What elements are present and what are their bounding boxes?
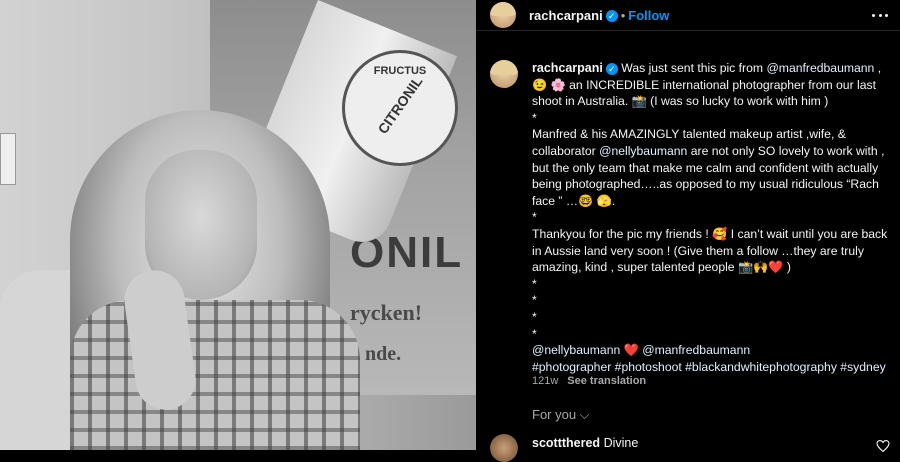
caption-paragraph: * [532, 209, 892, 226]
caption-paragraph: * [532, 292, 892, 309]
caption-paragraph: * [532, 309, 892, 326]
more-options-icon[interactable] [872, 6, 888, 24]
avatar-hair [490, 2, 516, 17]
caption-author-avatar[interactable] [490, 60, 518, 88]
caption-text: * [532, 293, 537, 308]
verified-badge-icon: ✓ [605, 9, 618, 22]
header-username[interactable]: rachcarpani [529, 8, 603, 23]
photo-plaid-shirt [70, 300, 360, 450]
header-separator: • [620, 8, 626, 23]
comment-text: Divine [603, 436, 639, 450]
caption-text: Thankyou for the pic my friends ! 🥰 I ca… [532, 226, 888, 275]
caption-text: * [532, 210, 537, 225]
follow-button[interactable]: Follow [628, 8, 669, 23]
header-identity: rachcarpani ✓ • Follow [529, 7, 669, 25]
caption-paragraph: rachcarpani ✓ Was just sent this pic from… [532, 60, 892, 110]
caption-text: * [532, 110, 537, 125]
post-age: 121w [532, 375, 559, 387]
caption-text: * [532, 326, 537, 341]
bottle-label-top: FRUCTUS [373, 65, 427, 77]
author-avatar[interactable] [490, 2, 516, 28]
for-you-dropdown[interactable]: For you ⌵ [532, 407, 590, 423]
poster-line-1: rycken! [350, 300, 423, 325]
see-translation-button[interactable]: See translation [567, 375, 646, 387]
caption-text: Was just sent this pic from [621, 61, 767, 75]
caption-text: * [532, 276, 537, 291]
caption-paragraph: * [532, 110, 892, 127]
caption-avatar-hair [490, 60, 518, 76]
photo-bottle-label: FRUCTUS CITRONIL [342, 50, 458, 166]
post-side-panel: rachcarpani ✓ • Follow rachcarpani ✓ Was jus… [476, 0, 900, 462]
caption-paragraph: Manfred & his AMAZINGLY talented makeup … [532, 126, 892, 209]
mention-link[interactable]: @nellybaumann [599, 144, 687, 158]
comment-username[interactable]: scottthered [532, 436, 600, 450]
caption-username[interactable]: rachcarpani [532, 61, 603, 75]
post-meta: 121w See translation [532, 375, 646, 387]
heart-icon[interactable] [876, 440, 890, 452]
comment-row: scottthered Divine [532, 436, 638, 450]
commenter-avatar[interactable] [490, 434, 518, 462]
caption-text: * [532, 309, 537, 324]
post-photo[interactable]: S ONIL rycken! nde. FRUCTUS CITRONIL [0, 0, 476, 450]
caption-body: rachcarpani ✓ Was just sent this pic from… [532, 60, 892, 342]
caption-verified-badge-icon: ✓ [605, 62, 618, 75]
mention-link[interactable]: @manfredbaumann [642, 343, 750, 357]
poster-line-2: nde. [365, 343, 402, 365]
post-header: rachcarpani ✓ • Follow [476, 0, 900, 31]
caption-paragraph: Thankyou for the pic my friends ! 🥰 I ca… [532, 226, 892, 276]
post-caption: rachcarpani ✓ Was just sent this pic from… [532, 60, 892, 375]
caption-paragraph: * [532, 276, 892, 293]
caption-text: ❤️ [620, 343, 643, 358]
photo-light-switch [0, 133, 16, 185]
hashtags[interactable]: #photographer #photoshoot #blackandwhite… [532, 359, 892, 376]
caption-paragraph: * [532, 326, 892, 343]
mention-link[interactable]: @nellybaumann [532, 343, 620, 357]
mention-link[interactable]: @manfredbaumann [766, 61, 874, 75]
mentions-line: @nellybaumann ❤️ @manfredbaumann [532, 342, 892, 359]
